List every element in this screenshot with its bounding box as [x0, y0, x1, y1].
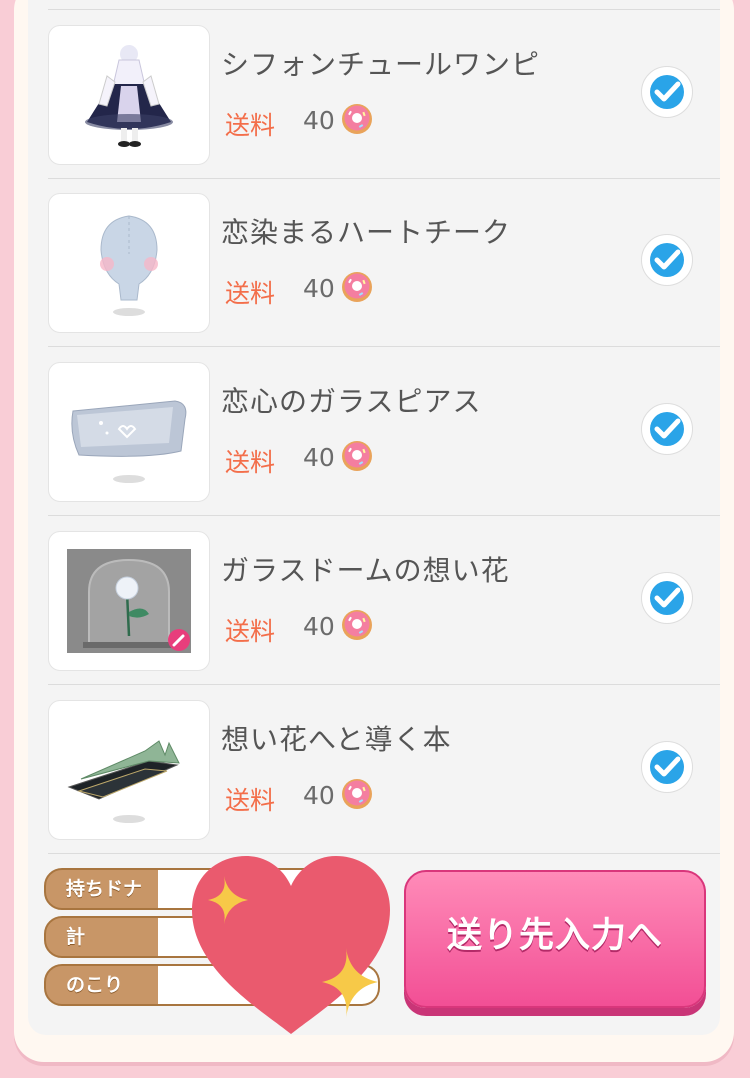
select-checkbox[interactable]: [641, 572, 693, 624]
select-checkbox[interactable]: [641, 403, 693, 455]
donut-icon: [342, 104, 372, 134]
item-name: 恋心のガラスピアス: [221, 385, 482, 418]
remaining-label: のこり: [44, 964, 160, 1006]
shipping-cost: 40: [303, 106, 335, 135]
book-icon: [67, 740, 180, 823]
donut-icon: [342, 779, 372, 809]
list-item[interactable]: 恋心のガラスピアス 送料 40: [48, 347, 720, 516]
check-icon: [650, 75, 684, 109]
shipping-label: 送料: [225, 448, 276, 477]
select-checkbox[interactable]: [641, 66, 693, 118]
item-thumbnail: [48, 25, 210, 165]
heart-sparkle-icon: [192, 856, 390, 1034]
shipping-label: 送料: [225, 111, 276, 140]
shipping-label: 送料: [225, 617, 276, 646]
glass-dome-flower-icon: [67, 549, 191, 653]
check-icon: [650, 581, 684, 615]
owned-label: 持ちドナ: [44, 868, 160, 910]
shipping-cost: 40: [303, 443, 335, 472]
item-name: ガラスドームの想い花: [221, 554, 510, 587]
item-thumbnail: [48, 700, 210, 840]
check-icon: [650, 243, 684, 277]
dress-icon: [85, 45, 173, 147]
item-thumbnail: [48, 362, 210, 502]
shipping-cost: 40: [303, 612, 335, 641]
list-item[interactable]: シフォンチュールワンピ 送料 40: [48, 9, 720, 179]
list-item[interactable]: 恋染まるハートチーク 送料 40: [48, 178, 720, 347]
shipping-label: 送料: [225, 279, 276, 308]
list-item[interactable]: 想い花へと導く本 送料 40: [48, 685, 720, 854]
shipping-cost: 40: [303, 781, 335, 810]
select-checkbox[interactable]: [641, 741, 693, 793]
send-address-button[interactable]: 送り先入力へ: [404, 870, 706, 1008]
donut-icon: [342, 272, 372, 302]
total-label: 計: [44, 916, 160, 958]
select-checkbox[interactable]: [641, 234, 693, 286]
list-item[interactable]: ガラスドームの想い花 送料 40: [48, 516, 720, 685]
face-cheek-icon: [100, 215, 158, 316]
check-icon: [650, 750, 684, 784]
item-name: 恋染まるハートチーク: [221, 216, 512, 249]
item-name: シフォンチュールワンピ: [221, 48, 541, 81]
glass-piercing-icon: [71, 400, 187, 483]
donut-icon: [342, 610, 372, 640]
shipping-label: 送料: [225, 786, 276, 815]
shipping-cost: 40: [303, 274, 335, 303]
item-thumbnail: [48, 531, 210, 671]
check-icon: [650, 412, 684, 446]
item-thumbnail: [48, 193, 210, 333]
donut-icon: [342, 441, 372, 471]
item-name: 想い花へと導く本: [221, 723, 452, 756]
